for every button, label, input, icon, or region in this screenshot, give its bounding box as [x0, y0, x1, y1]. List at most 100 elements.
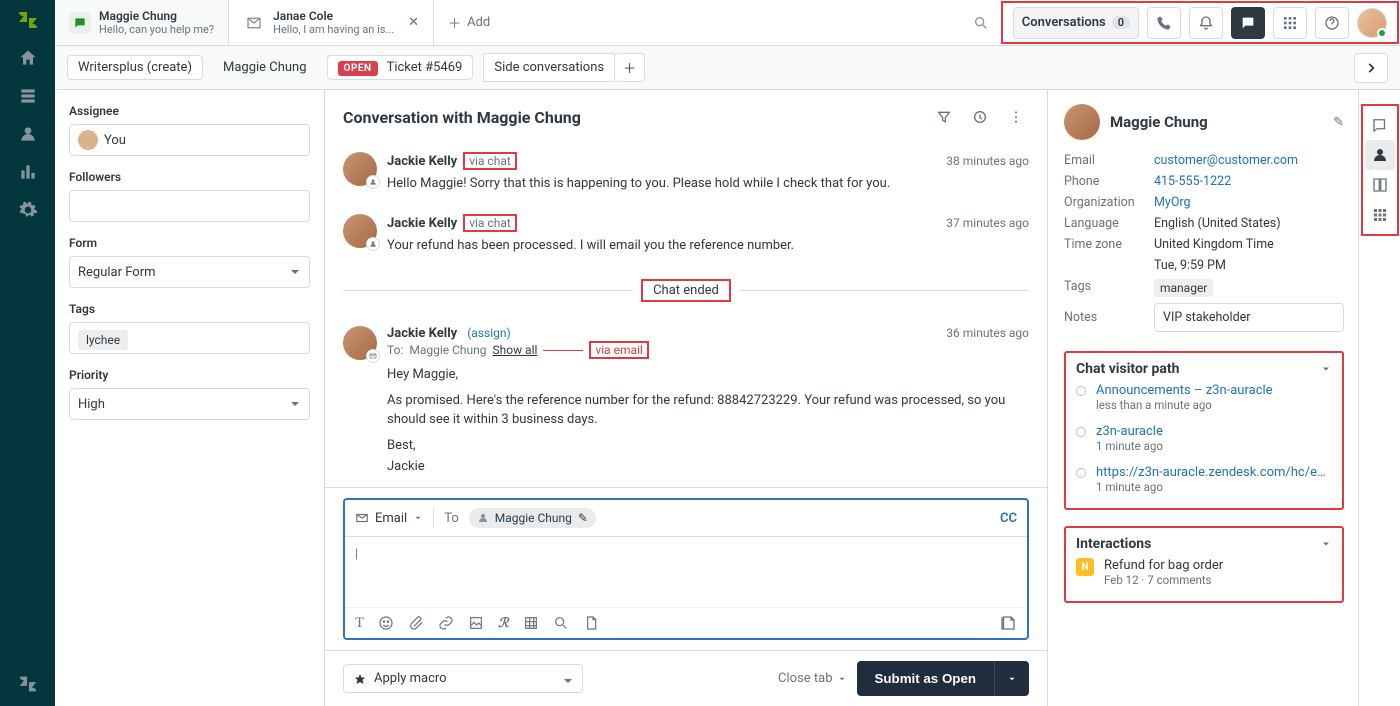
email-closing: Best,	[387, 436, 1029, 456]
more-actions-icon[interactable]	[1003, 104, 1029, 130]
submit-button[interactable]: Submit as Open	[857, 661, 994, 696]
edit-recipient-icon[interactable]: ✎	[578, 511, 588, 525]
notifications-button[interactable]	[1189, 7, 1223, 39]
knowledge-capture-icon[interactable]	[999, 614, 1017, 632]
close-tab-icon[interactable]: ✕	[408, 15, 419, 30]
add-side-conversation-button[interactable]: ＋	[615, 53, 645, 82]
close-tab-dropdown[interactable]: Close tab	[778, 671, 847, 686]
tab-subtitle: Hello, I am having an is...	[273, 23, 394, 36]
user-avatar[interactable]	[1357, 8, 1387, 38]
edit-profile-icon[interactable]: ✎	[1333, 115, 1344, 130]
book-icon[interactable]	[1365, 170, 1395, 200]
org-label: Organization	[1064, 195, 1144, 210]
profile-lang: English (United States)	[1154, 216, 1344, 231]
help-button[interactable]	[1315, 7, 1349, 39]
views-icon[interactable]	[16, 84, 40, 108]
add-tab-button[interactable]: ＋ Add	[434, 0, 504, 45]
apps-grid-icon[interactable]	[1365, 200, 1395, 230]
collapse-icon[interactable]	[1320, 538, 1332, 550]
apply-macro-dropdown[interactable]: Apply macro	[343, 664, 583, 693]
interactions-section: Interactions N Refund for bag orderFeb 1…	[1064, 526, 1344, 603]
talk-button[interactable]	[1147, 7, 1181, 39]
tab-janae-cole[interactable]: Janae Cole Hello, I am having an is... ✕	[229, 0, 434, 45]
table-icon[interactable]	[523, 615, 539, 631]
submit-dropdown-button[interactable]	[994, 661, 1029, 696]
ticket-status-open: OPEN	[338, 61, 378, 76]
to-prefix: To:	[387, 343, 403, 357]
filter-icon[interactable]	[931, 104, 957, 130]
quote-icon[interactable]: ℛ	[498, 616, 508, 631]
emoji-icon[interactable]	[378, 615, 394, 631]
assignee-value: You	[104, 133, 126, 148]
user-context-icon[interactable]	[1365, 140, 1395, 170]
zendesk-products-icon[interactable]	[16, 672, 40, 696]
notes-input[interactable]: VIP stakeholder	[1154, 303, 1344, 332]
text-format-icon[interactable]: T	[355, 615, 364, 632]
agent-avatar	[343, 326, 377, 360]
tab-maggie-chung[interactable]: Maggie Chung Hello, can you help me?	[55, 0, 229, 45]
tags-input[interactable]: lychee	[69, 322, 310, 354]
assign-link[interactable]: (assign)	[467, 326, 510, 340]
visitor-path-item[interactable]: z3n-auracle1 minute ago	[1076, 418, 1332, 459]
attachment-icon[interactable]	[408, 615, 424, 631]
email-body: As promised. Here's the reference number…	[387, 391, 1029, 430]
breadcrumb-requester[interactable]: Maggie Chung	[213, 56, 317, 79]
chat-ended-divider: Chat ended	[343, 279, 1029, 302]
profile-org[interactable]: MyOrg	[1154, 195, 1344, 210]
context-rail-highlighted	[1361, 104, 1399, 236]
side-conversations-button[interactable]: Side conversations	[483, 53, 615, 82]
path-link[interactable]: Announcements – z3n-auracle	[1096, 383, 1273, 398]
visitor-path-item[interactable]: Announcements – z3n-auracleless than a m…	[1076, 377, 1332, 418]
profile-email[interactable]: customer@customer.com	[1154, 153, 1344, 168]
show-all-recipients[interactable]: Show all	[492, 343, 537, 357]
search-kb-icon[interactable]	[553, 615, 569, 631]
priority-value: High	[78, 397, 105, 412]
channel-selector[interactable]: Email	[355, 511, 423, 526]
home-icon[interactable]	[16, 46, 40, 70]
followers-input[interactable]	[69, 190, 310, 222]
user-profile-header: Maggie Chung ✎	[1064, 104, 1344, 140]
chat-status-button[interactable]	[1231, 7, 1265, 39]
breadcrumb-org[interactable]: Writersplus (create)	[67, 55, 203, 80]
tab-title: Maggie Chung	[99, 9, 214, 23]
composer-textarea[interactable]: |	[345, 537, 1027, 607]
left-nav-rail	[0, 0, 55, 706]
interactions-title: Interactions	[1076, 536, 1151, 552]
submit-button-group: Submit as Open	[857, 661, 1029, 696]
tab-title: Janae Cole	[273, 9, 394, 23]
conversations-button[interactable]: Conversations 0	[1013, 7, 1139, 39]
assignee-input[interactable]: You	[69, 124, 310, 156]
ticket-breadcrumb-bar: Writersplus (create) Maggie Chung OPEN T…	[55, 46, 1400, 90]
priority-select[interactable]: High	[69, 388, 310, 420]
profile-phone[interactable]: 415-555-1222	[1154, 174, 1344, 189]
conversations-count: 0	[1112, 16, 1130, 29]
image-icon[interactable]	[468, 615, 484, 631]
knowledge-icon[interactable]	[1365, 110, 1395, 140]
assignee-label: Assignee	[69, 104, 310, 118]
breadcrumb-ticket[interactable]: OPEN Ticket #5469	[327, 55, 474, 80]
add-tab-label: Add	[467, 15, 490, 30]
apps-button[interactable]	[1273, 7, 1307, 39]
next-ticket-button[interactable]	[1354, 53, 1388, 83]
events-icon[interactable]	[967, 104, 993, 130]
link-icon[interactable]	[438, 615, 454, 631]
to-recipient-chip[interactable]: Maggie Chung ✎	[469, 508, 596, 528]
visitor-path-item[interactable]: https://z3n-auracle.zendesk.com/hc/en...…	[1076, 459, 1332, 500]
path-link[interactable]: https://z3n-auracle.zendesk.com/hc/en...	[1096, 465, 1332, 480]
profile-tag: manager	[1154, 279, 1213, 297]
requester-avatar	[1064, 104, 1100, 140]
search-button[interactable]	[968, 10, 994, 36]
interaction-item[interactable]: N Refund for bag orderFeb 12 · 7 comment…	[1076, 552, 1332, 593]
path-link[interactable]: z3n-auracle	[1096, 424, 1163, 439]
form-select[interactable]: Regular Form	[69, 256, 310, 288]
submit-prefix: Submit as	[875, 671, 942, 686]
reporting-icon[interactable]	[16, 160, 40, 184]
admin-icon[interactable]	[16, 198, 40, 222]
cc-button[interactable]: CC	[1000, 511, 1017, 526]
collapse-icon[interactable]	[1320, 363, 1332, 375]
document-icon[interactable]	[583, 615, 599, 631]
chat-icon	[69, 12, 91, 34]
email-message: Jackie Kelly (assign) 36 minutes ago To:…	[343, 316, 1029, 488]
customers-icon[interactable]	[16, 122, 40, 146]
zendesk-logo-icon[interactable]	[16, 8, 40, 32]
